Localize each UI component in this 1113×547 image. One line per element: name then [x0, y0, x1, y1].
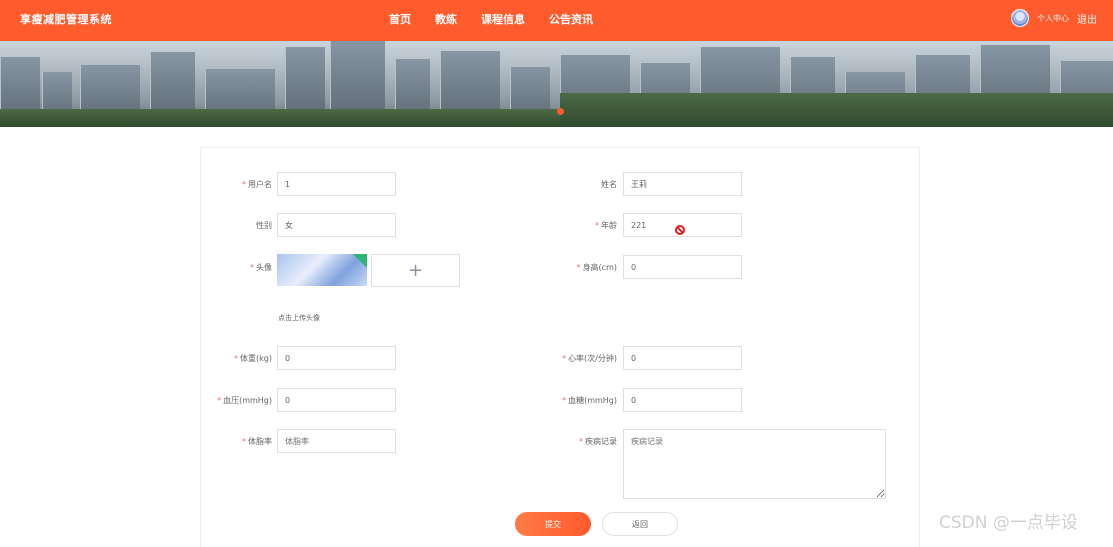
disease-textarea[interactable] — [623, 429, 886, 499]
blood-pressure-label: * 血压(mmHg) — [217, 396, 272, 405]
heart-rate-label: * 心率(次/分钟) — [562, 354, 617, 363]
blood-sugar-input[interactable] — [623, 388, 742, 412]
logout-link[interactable]: 退出 — [1077, 11, 1097, 26]
avatar-label: * 头像 — [250, 263, 272, 272]
body-fat-input[interactable] — [277, 429, 396, 453]
top-navbar: 享瘦减肥管理系统 首页 教练 课程信息 公告资讯 个人中心 退出 — [0, 0, 1113, 41]
nav-news[interactable]: 公告资讯 — [549, 11, 593, 27]
gender-label: 性别 — [256, 221, 272, 230]
body-fat-label: * 体脂率 — [242, 437, 272, 446]
name-label: 姓名 — [601, 180, 617, 189]
height-input[interactable] — [623, 255, 742, 279]
user-area: 个人中心 退出 — [1011, 9, 1097, 27]
csdn-watermark: CSDN @一点毕设 — [939, 513, 1078, 533]
user-center-link[interactable]: 个人中心 — [1037, 13, 1069, 24]
not-allowed-cursor-icon — [675, 225, 685, 235]
upload-success-icon — [353, 254, 367, 268]
weight-label: * 体重(kg) — [234, 354, 272, 363]
height-label: * 身高(cm) — [576, 263, 617, 272]
age-label: * 年龄 — [595, 221, 617, 230]
avatar-upload-hint: 点击上传头像 — [278, 314, 320, 322]
blood-pressure-input[interactable] — [277, 388, 396, 412]
main-nav: 首页 教练 课程信息 公告资讯 — [389, 11, 593, 27]
carousel-indicator[interactable] — [557, 108, 564, 115]
gender-select[interactable] — [277, 213, 396, 237]
avatar-thumbnail[interactable] — [277, 254, 367, 286]
nav-coach[interactable]: 教练 — [435, 11, 457, 27]
blood-sugar-label: * 血糖(mmHg) — [562, 396, 617, 405]
user-avatar[interactable] — [1011, 9, 1029, 27]
username-label: * 用户名 — [242, 180, 272, 189]
heart-rate-input[interactable] — [623, 346, 742, 370]
brand-title: 享瘦减肥管理系统 — [20, 13, 112, 26]
name-input[interactable] — [623, 172, 742, 196]
username-input[interactable] — [277, 172, 396, 196]
submit-button[interactable]: 提交 — [515, 512, 591, 536]
nav-courses[interactable]: 课程信息 — [481, 11, 525, 27]
banner-image — [0, 41, 1113, 127]
back-button[interactable]: 返回 — [602, 512, 678, 536]
disease-label: * 疾病记录 — [579, 437, 617, 446]
avatar-upload-plus-icon[interactable]: + — [371, 254, 460, 287]
weight-input[interactable] — [277, 346, 396, 370]
nav-home[interactable]: 首页 — [389, 11, 411, 27]
